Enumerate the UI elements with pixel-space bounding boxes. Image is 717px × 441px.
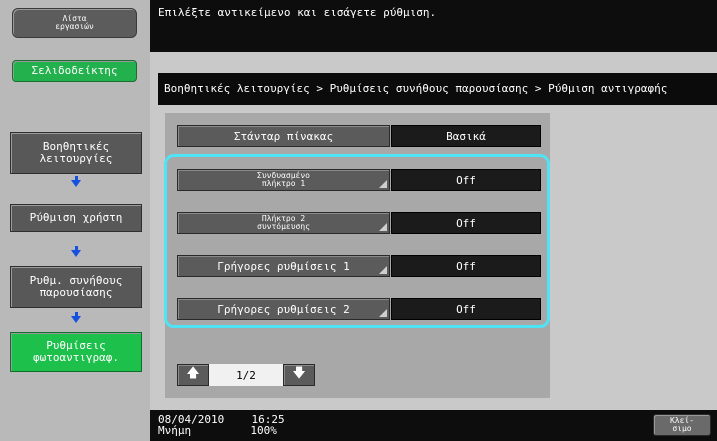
quick-settings-2-value: Off <box>391 298 541 320</box>
close-button[interactable]: Κλεί- σιμο <box>653 414 711 436</box>
step-custom-display-label: Ρυθμ. συνήθους παρουσίασης <box>29 274 123 299</box>
message-bar: Επιλέξτε αντικείμενο και εισάγετε ρύθμισ… <box>150 0 717 52</box>
quick-settings-1-label: Γρήγορες ρυθμίσεις 1 <box>217 259 350 273</box>
memory-label: Μνήμη <box>158 424 192 437</box>
bookmark-button[interactable]: Σελιδοδείκτης <box>12 60 137 82</box>
shortcut-key-2-button[interactable]: Πλήκτρο 2 συντόμευσης <box>177 212 390 234</box>
step-utility-label: Βοηθητικές λειτουργίες <box>39 140 113 165</box>
page-indicator: 1/2 <box>209 364 283 386</box>
down-arrow-icon <box>71 316 81 323</box>
step-copy-settings-label: Ρυθμίσεις φωτοαντιγραφ. <box>32 339 120 364</box>
page-indicator-text: 1/2 <box>236 368 256 382</box>
default-tab-button[interactable]: Στάνταρ πίνακας <box>177 125 390 147</box>
job-list-label: Λίστα εργασιών <box>55 14 94 31</box>
step-user-settings-label: Ρύθμιση χρήστη <box>29 211 123 224</box>
down-arrow-icon <box>71 250 81 257</box>
breadcrumb: Βοηθητικές λειτουργίες > Ρυθμίσεις συνήθ… <box>158 73 717 105</box>
page-down-button[interactable]: 🡇 <box>283 364 315 386</box>
sidebar: Λίστα εργασιών Σελιδοδείκτης Βοηθητικές … <box>0 0 150 441</box>
memory-value: 100% <box>250 424 277 437</box>
corner-icon <box>379 309 387 317</box>
job-list-button[interactable]: Λίστα εργασιών <box>12 8 137 38</box>
corner-icon <box>379 223 387 231</box>
quick-settings-2-label: Γρήγορες ρυθμίσεις 2 <box>217 302 350 316</box>
down-arrow-icon: 🡇 <box>292 366 306 381</box>
default-tab-value-text: Βασικά <box>446 129 486 143</box>
shortcut-key-1-value-text: Off <box>456 173 476 187</box>
close-label-line2: σιμο <box>672 424 692 433</box>
shortcut-key-1-button[interactable]: Συνδυασμένο πλήκτρο 1 <box>177 169 390 191</box>
quick-settings-1-value: Off <box>391 255 541 277</box>
step-custom-display[interactable]: Ρυθμ. συνήθους παρουσίασης <box>10 266 142 308</box>
up-arrow-icon: 🡅 <box>186 366 200 381</box>
shortcut-key-1-label-line2: πλήκτρο 1 <box>261 179 306 188</box>
quick-settings-1-button[interactable]: Γρήγορες ρυθμίσεις 1 <box>177 255 390 277</box>
shortcut-key-2-label-line2: συντόμευσης <box>257 222 310 231</box>
corner-icon <box>379 180 387 188</box>
quick-settings-2-button[interactable]: Γρήγορες ρυθμίσεις 2 <box>177 298 390 320</box>
default-tab-label: Στάνταρ πίνακας <box>233 129 334 143</box>
shortcut-key-2-value-text: Off <box>456 216 476 230</box>
shortcut-key-1-value: Off <box>391 169 541 191</box>
corner-icon <box>379 266 387 274</box>
step-copy-settings[interactable]: Ρυθμίσεις φωτοαντιγραφ. <box>10 332 142 372</box>
default-tab-value: Βασικά <box>391 125 541 147</box>
breadcrumb-text: Βοηθητικές λειτουργίες > Ρυθμίσεις συνήθ… <box>164 82 668 95</box>
quick-settings-1-value-text: Off <box>456 259 476 273</box>
page-up-button[interactable]: 🡅 <box>177 364 209 386</box>
step-user-settings[interactable]: Ρύθμιση χρήστη <box>10 204 142 232</box>
step-utility[interactable]: Βοηθητικές λειτουργίες <box>10 132 142 174</box>
quick-settings-2-value-text: Off <box>456 302 476 316</box>
bookmark-label: Σελιδοδείκτης <box>31 64 118 77</box>
instruction-message: Επιλέξτε αντικείμενο και εισάγετε ρύθμισ… <box>158 6 437 19</box>
shortcut-key-2-value: Off <box>391 212 541 234</box>
status-bar: 08/04/2010 16:25 Μνήμη 100% <box>150 410 717 441</box>
down-arrow-icon <box>71 180 81 187</box>
